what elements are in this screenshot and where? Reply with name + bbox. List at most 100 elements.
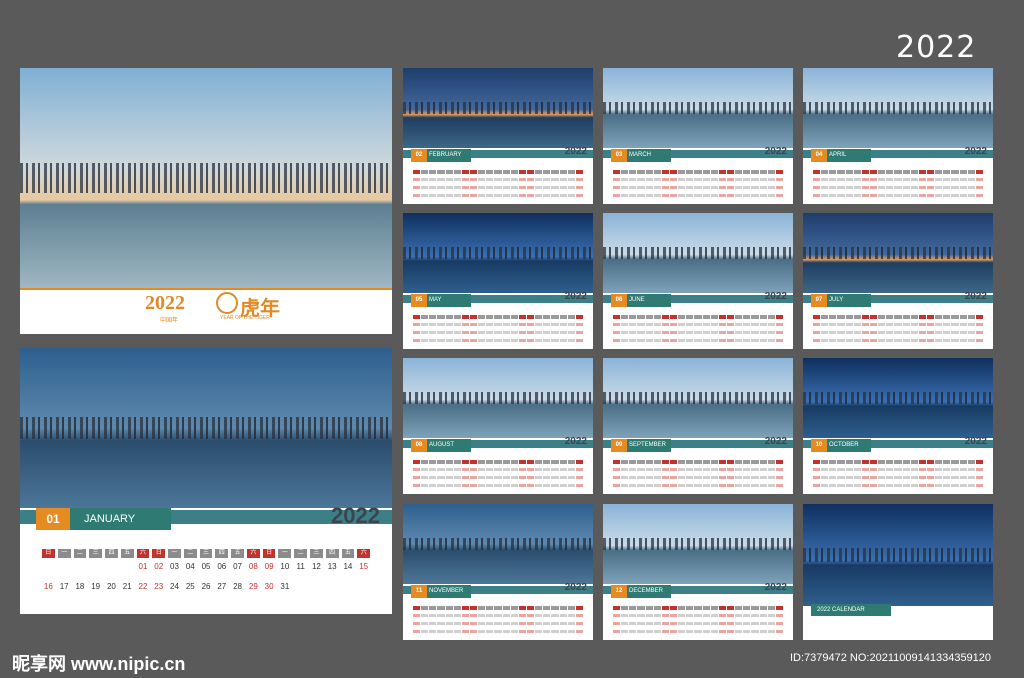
date-cell (943, 331, 951, 334)
date-cell (951, 339, 959, 342)
date-cell (743, 339, 751, 342)
weekday-header (613, 170, 783, 174)
date-cell (494, 178, 502, 181)
date-cell (629, 323, 637, 326)
date-cell (294, 582, 307, 591)
weekday-cell: 一 (278, 549, 292, 558)
weekday-cell (653, 606, 661, 610)
weekday-cell (829, 315, 837, 319)
date-cell: 16 (43, 582, 53, 591)
date-cell (718, 484, 726, 487)
date-cell: 30 (264, 582, 274, 591)
weekday-cell (861, 315, 869, 319)
date-cell (829, 468, 837, 471)
date-cell (437, 468, 445, 471)
weekday-cell (637, 606, 645, 610)
date-cell (669, 484, 678, 487)
month-tab: 01 JANUARY (36, 508, 171, 530)
date-cell (759, 323, 767, 326)
date-cell (559, 194, 567, 197)
date-cell (661, 476, 669, 479)
date-cell (813, 484, 821, 487)
date-cell (694, 630, 702, 633)
date-cell (669, 622, 678, 625)
date-cell (621, 323, 629, 326)
date-cell (469, 630, 478, 633)
date-cell (845, 178, 853, 181)
date-cell (975, 178, 983, 181)
date-cell (853, 323, 861, 326)
date-cell (886, 476, 894, 479)
weekday-cell (535, 460, 543, 464)
month-tab: 12 DECEMBER (611, 585, 671, 598)
date-cell (869, 476, 878, 479)
skyline (20, 416, 392, 440)
date-cell (735, 468, 743, 471)
date-cell (702, 186, 710, 189)
date-cell (813, 468, 821, 471)
date-cell (518, 614, 526, 617)
date-cell (453, 484, 461, 487)
date-cell (645, 484, 653, 487)
month-photo (803, 358, 993, 438)
date-cell (478, 622, 486, 625)
date-cell (678, 614, 686, 617)
date-cell (829, 476, 837, 479)
date-cell (902, 331, 910, 334)
date-cell (686, 484, 694, 487)
weekday-cell (861, 460, 869, 464)
date-cell (813, 476, 821, 479)
date-cell (767, 194, 775, 197)
weekday-cell: 二 (294, 549, 308, 558)
date-cell (437, 194, 445, 197)
weekday-cell (751, 315, 759, 319)
date-cell (918, 339, 926, 342)
date-cell (437, 630, 445, 633)
date-row (413, 178, 583, 181)
date-cell: 23 (154, 582, 164, 591)
date-cell (837, 323, 845, 326)
date-cell (469, 339, 478, 342)
month-number: 05 (411, 294, 427, 307)
date-cell (975, 331, 983, 334)
date-cell (494, 622, 502, 625)
month-name: APRIL (829, 152, 847, 158)
weekday-cell (613, 315, 621, 319)
date-cell (453, 476, 461, 479)
date-cell (678, 194, 686, 197)
weekday-cell: 三 (310, 549, 323, 558)
weekday-cell (775, 170, 783, 174)
date-cell (661, 178, 669, 181)
date-cell (421, 622, 429, 625)
date-cell (567, 323, 575, 326)
weekday-cell (894, 170, 902, 174)
date-cell (694, 476, 702, 479)
date-cell: 15 (359, 562, 369, 571)
weekday-cell (902, 460, 910, 464)
date-cell (445, 476, 453, 479)
date-cell (735, 194, 743, 197)
month-card: 09 SEPTEMBER 2022 (603, 358, 793, 494)
date-cell (518, 484, 526, 487)
date-cell (645, 331, 653, 334)
date-cell (445, 622, 453, 625)
weekday-cell (661, 170, 669, 174)
weekday-cell (629, 460, 637, 464)
date-cell (710, 484, 718, 487)
date-row (613, 186, 783, 189)
weekday-cell (726, 606, 735, 610)
weekday-cell: 三 (89, 549, 103, 558)
date-cell (526, 622, 535, 625)
weekday-cell (413, 460, 421, 464)
date-cell (751, 614, 759, 617)
weekday-cell (735, 170, 743, 174)
weekday-cell (845, 315, 853, 319)
date-cell (567, 186, 575, 189)
weekday-cell (975, 460, 983, 464)
date-cell (951, 186, 959, 189)
date-cell (445, 331, 453, 334)
weekday-cell (518, 606, 526, 610)
weekday-cell (935, 315, 943, 319)
date-cell (494, 323, 502, 326)
date-cell (894, 331, 902, 334)
